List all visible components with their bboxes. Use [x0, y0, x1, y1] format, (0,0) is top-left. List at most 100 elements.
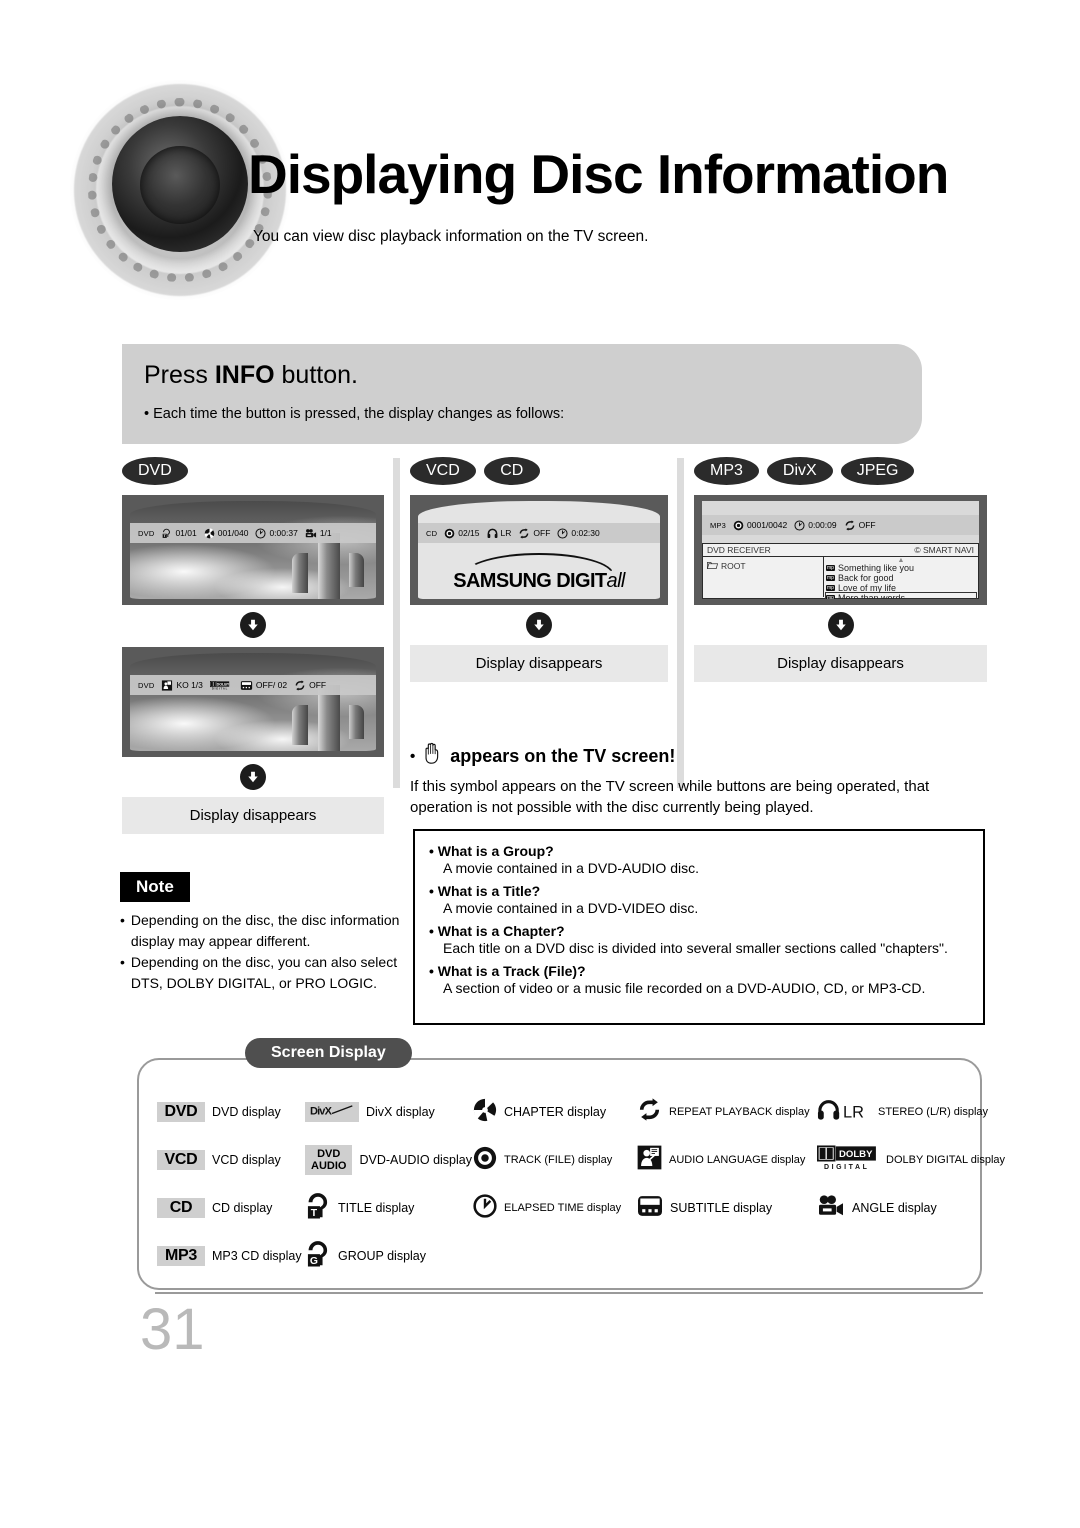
stereo-icon: [487, 528, 498, 539]
press-info-suffix: button.: [274, 361, 358, 389]
notice-bullet: •: [410, 747, 416, 765]
stereo-lr-icon: LR: [817, 1098, 871, 1127]
navi-file-label: Back for good: [837, 573, 894, 583]
note-list: • Depending on the disc, the disc informa…: [120, 910, 410, 994]
dvd-badge-icon: DVD: [157, 1102, 205, 1122]
navi-left-title: DVD RECEIVER: [707, 545, 771, 555]
badge-row-dvd: DVD: [122, 456, 384, 486]
display-disappears-label: Display disappears: [410, 645, 668, 682]
legend-label: SUBTITLE display: [670, 1201, 773, 1215]
track-icon: [733, 520, 744, 531]
angle-icon: [305, 528, 317, 539]
legend-label: TITLE display: [338, 1201, 415, 1215]
hand-notice-body: If this symbol appears on the TV screen …: [410, 778, 930, 816]
definition-question: • What is a Track (File)?: [429, 963, 586, 979]
subtitle-icon: [637, 1194, 663, 1223]
group-icon: G: [305, 1240, 331, 1273]
osd-disc-label: CD: [426, 528, 438, 538]
osd-track-value: 0001/0042: [747, 520, 788, 530]
osd-repeat-value: OFF: [858, 520, 876, 530]
note-list-item: • Depending on the disc, you can also sel…: [120, 952, 410, 994]
note-item-text: Depending on the disc, you can also sele…: [130, 954, 398, 991]
divx-badge-icon: DivX: [305, 1102, 359, 1122]
legend-item-angle: ANGLE display: [817, 1194, 987, 1223]
legend-label: DOLBY DIGITAL display: [886, 1154, 1006, 1166]
mp3-file-icon: mp: [826, 595, 835, 599]
svg-text:DOLBY: DOLBY: [217, 682, 230, 686]
osd-disc-label: MP3: [710, 520, 727, 530]
display-disappears-label: Display disappears: [122, 797, 384, 834]
legend-label: GROUP display: [338, 1249, 426, 1263]
press-info-bold: INFO: [214, 361, 275, 389]
legend-label: TRACK (FILE) display: [504, 1154, 613, 1166]
title-icon: T: [161, 528, 172, 539]
legend-item-subtitle: SUBTITLE display: [637, 1194, 817, 1223]
elapsed-time-icon: [794, 519, 805, 531]
repeat-icon: [844, 519, 856, 531]
definition-item: • What is a Chapter? Each title on a DVD…: [429, 923, 969, 956]
osd-stereo-value: LR: [500, 528, 512, 538]
legend-item-divx: DivX DivX display: [305, 1102, 473, 1122]
badge-row-vcd: VCD CD: [410, 456, 668, 486]
legend-label: DVD-AUDIO display: [359, 1153, 472, 1167]
definition-answer: A movie contained in a DVD-AUDIO disc.: [443, 860, 699, 876]
osd-subtitle-value: OFF/ 02: [255, 680, 288, 690]
tv-screen-dvd-2: DVD KO 1/3 DOLBY DIGITAL OFF/ 02 OFF: [122, 647, 384, 757]
hand-notice-heading: appears on the TV screen!: [450, 745, 676, 766]
legend-label: ANGLE display: [852, 1201, 937, 1215]
tv-screen-dvd-1: DVD T 01/01 001/040 0:00:37 1/1: [122, 495, 384, 605]
legend-label: ELAPSED TIME display: [504, 1202, 622, 1214]
tv-screen-mp3: MP3 0001/0042 0:00:09 OFF DVD RECEIVER ©…: [694, 495, 987, 605]
definition-answer: Each title on a DVD disc is divided into…: [443, 940, 948, 956]
osd-disc-label: DVD: [138, 680, 155, 690]
badge-row-mp3: MP3 DivX JPEG: [694, 456, 987, 486]
legend-label: CHAPTER display: [504, 1105, 607, 1119]
legend-item-elapsed-time: ELAPSED TIME display: [473, 1193, 637, 1223]
bottom-rule: [155, 1292, 983, 1294]
page-header: Displaying Disc Information You can view…: [0, 0, 1080, 300]
note-bullet: •: [120, 954, 125, 970]
svg-text:DIGITAL: DIGITAL: [212, 686, 228, 690]
manual-page: Displaying Disc Information You can view…: [0, 0, 1080, 1528]
disc-badge-mp3: MP3: [694, 457, 759, 485]
legend-item-title: T TITLE display: [305, 1192, 473, 1225]
angle-icon: [817, 1194, 845, 1223]
legend-label: VCD display: [212, 1153, 281, 1167]
page-title: Displaying Disc Information: [248, 143, 949, 205]
osd-bar-dvd-2: DVD KO 1/3 DOLBY DIGITAL OFF/ 02 OFF: [130, 675, 376, 695]
navi-folder-pane[interactable]: ROOT: [703, 557, 824, 597]
osd-time-value: 0:00:09: [808, 520, 837, 530]
legend-item-cd: CD CD display: [157, 1198, 305, 1218]
mp3-file-icon: mp: [826, 575, 835, 581]
navi-file-item[interactable]: mp Something like you: [826, 563, 976, 573]
svg-text:LR: LR: [843, 1103, 864, 1121]
osd-bar-dvd-1: DVD T 01/01 001/040 0:00:37 1/1: [130, 523, 376, 543]
hand-icon: [423, 742, 442, 770]
arrow-down-icon: [827, 612, 854, 638]
press-info-prefix: Press: [144, 361, 215, 389]
arrow-down-icon: [526, 612, 552, 638]
legend-item-group: G GROUP display: [305, 1240, 473, 1273]
repeat-icon: [294, 679, 306, 691]
navi-file-item-selected[interactable]: mp More than words: [825, 592, 977, 599]
mp3-file-icon: mp: [826, 585, 835, 591]
elapsed-time-icon: [473, 1193, 497, 1223]
osd-title-value: 01/01: [175, 528, 197, 538]
osd-time-value: 0:00:37: [269, 528, 298, 538]
legend-grid: DVD DVD display DivX DivX display CHAPTE…: [157, 1088, 1005, 1280]
navi-file-pane[interactable]: ▲ mp Something like you mp Back for good m…: [824, 557, 978, 599]
legend-label: STEREO (L/R) display: [878, 1106, 989, 1118]
navi-file-item[interactable]: mp Love of my life: [826, 583, 976, 593]
note-tag: Note: [120, 872, 190, 902]
column-dvd: DVD DVD T 01/01 001/040 0:00:37 1/1 DVD …: [122, 456, 384, 834]
note-item-text: Depending on the disc, the disc informat…: [130, 912, 400, 949]
navi-file-item[interactable]: mp Back for good: [826, 573, 976, 583]
legend-label: REPEAT PLAYBACK display: [669, 1106, 810, 1118]
legend-label: DVD display: [212, 1105, 281, 1119]
note-bullet: •: [120, 912, 125, 928]
press-info-panel: Press INFO button. • Each time the butto…: [122, 344, 922, 444]
definition-item: • What is a Track (File)? A section of v…: [429, 963, 969, 996]
tv-screen-cd: SAMSUNG DIGITall CD 02/15 LR OFF 0:02:30: [410, 495, 668, 605]
elapsed-time-icon: [557, 527, 568, 539]
svg-text:G: G: [310, 1256, 318, 1267]
